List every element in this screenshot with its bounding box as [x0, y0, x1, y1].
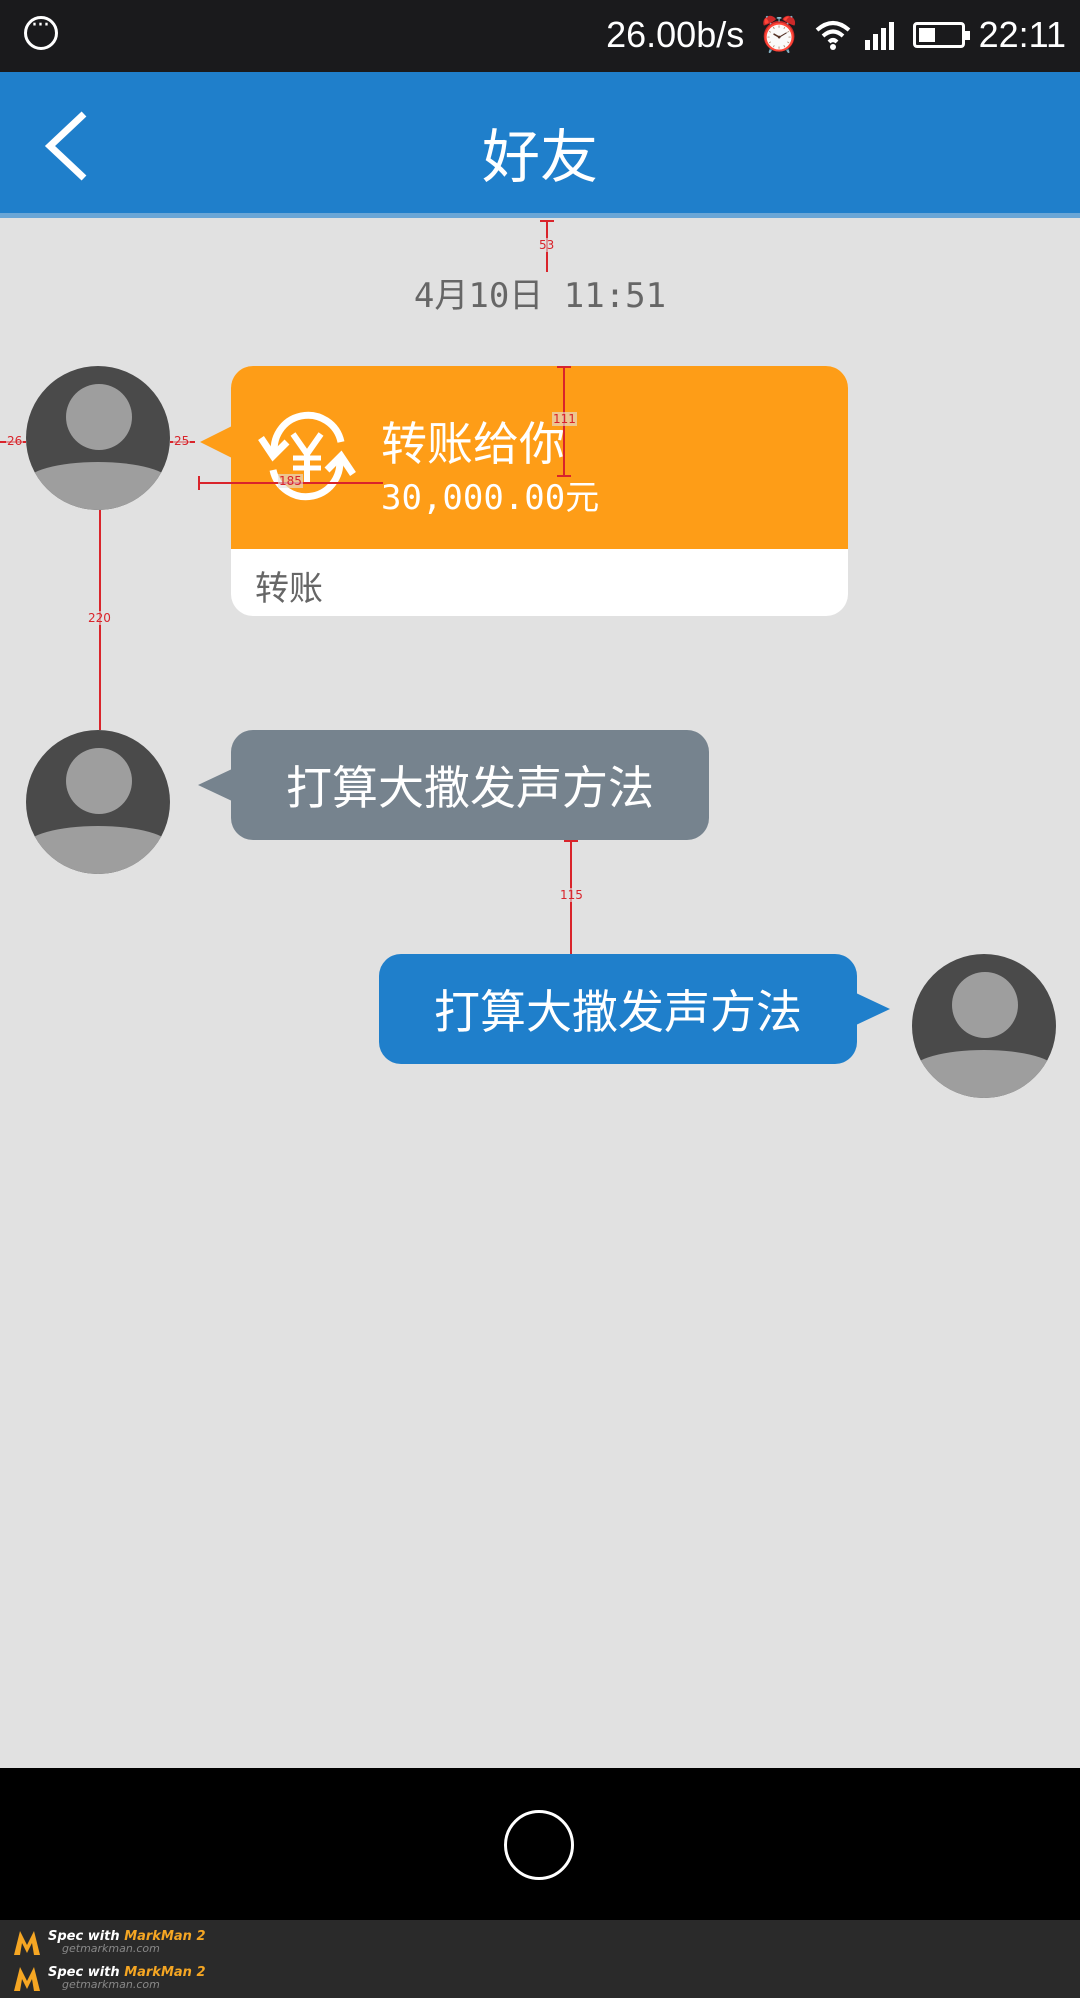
net-speed: 26.00b/s: [606, 14, 745, 55]
alarm-icon: ⏰: [758, 16, 801, 54]
transfer-card[interactable]: 转账给你 30,000.00元 转账: [231, 366, 848, 616]
chat-bubble-icon: [24, 13, 58, 50]
avatar-body: [26, 826, 170, 874]
measure-tick: [198, 476, 200, 490]
message-timestamp: 4月10日 11:51: [413, 276, 667, 316]
app-bar: 好友: [0, 72, 1080, 218]
avatar[interactable]: [912, 954, 1056, 1098]
avatar-head: [952, 972, 1018, 1038]
battery-icon: [912, 22, 970, 48]
avatar-body: [912, 1050, 1056, 1098]
transfer-amount: 30,000.00元: [381, 478, 600, 518]
yen-refresh-icon: [258, 411, 356, 501]
chat-area[interactable]: 4月10日 11:51 转账给你 30,000.00元 转账 打算大撒发声方法 …: [0, 218, 1080, 1768]
measure-tick: [557, 475, 571, 477]
measure-tick: [540, 220, 554, 222]
outgoing-message-bubble[interactable]: 打算大撒发声方法: [379, 954, 857, 1064]
measure-label-26: 26: [6, 434, 24, 448]
markman-logo-icon: [14, 1967, 40, 1991]
measure-label-185: 185: [278, 474, 303, 488]
battery-fill: [918, 28, 935, 42]
markman-logo-icon: [14, 1931, 40, 1955]
measure-label-25: 25: [173, 434, 191, 448]
clock: 22:11: [978, 14, 1066, 55]
status-bar: 26.00b/s ⏰ 22:11: [0, 0, 1080, 72]
measure-tick: [557, 366, 571, 368]
signal-icon: [864, 22, 894, 50]
transfer-card-header: 转账给你 30,000.00元: [231, 366, 848, 549]
status-right-group: 26.00b/s ⏰ 22:11: [606, 10, 1066, 60]
incoming-message-bubble[interactable]: 打算大撒发声方法: [231, 730, 709, 840]
incoming-bubble-tail: [198, 769, 232, 801]
measure-label-53: 53: [538, 238, 556, 252]
avatar[interactable]: [26, 366, 170, 510]
measure-tick: [564, 840, 578, 842]
avatar-body: [26, 462, 170, 510]
transfer-title: 转账给你: [381, 417, 565, 471]
nav-bar: [0, 1768, 1080, 1920]
watermark-url: getmarkman.com: [62, 1942, 160, 1955]
markman-watermark: Spec with MarkMan 2 getmarkman.com: [12, 1960, 206, 1996]
markman-watermark-strip: Spec with MarkMan 2 getmarkman.com Spec …: [0, 1920, 1080, 1998]
avatar[interactable]: [26, 730, 170, 874]
markman-watermark: Spec with MarkMan 2 getmarkman.com: [12, 1924, 206, 1960]
page-title: 好友: [481, 123, 598, 191]
transfer-footer-label: 转账: [255, 569, 323, 609]
home-circle-icon[interactable]: [504, 1810, 574, 1880]
transfer-bubble-tail: [200, 426, 232, 458]
outgoing-bubble-tail: [856, 993, 890, 1025]
measure-label-115: 115: [559, 888, 584, 902]
measure-label-220: 220: [87, 611, 112, 625]
measure-label-111: 111: [552, 412, 577, 426]
avatar-head: [66, 748, 132, 814]
avatar-head: [66, 384, 132, 450]
wifi-icon: [815, 21, 850, 50]
watermark-url: getmarkman.com: [62, 1978, 160, 1991]
